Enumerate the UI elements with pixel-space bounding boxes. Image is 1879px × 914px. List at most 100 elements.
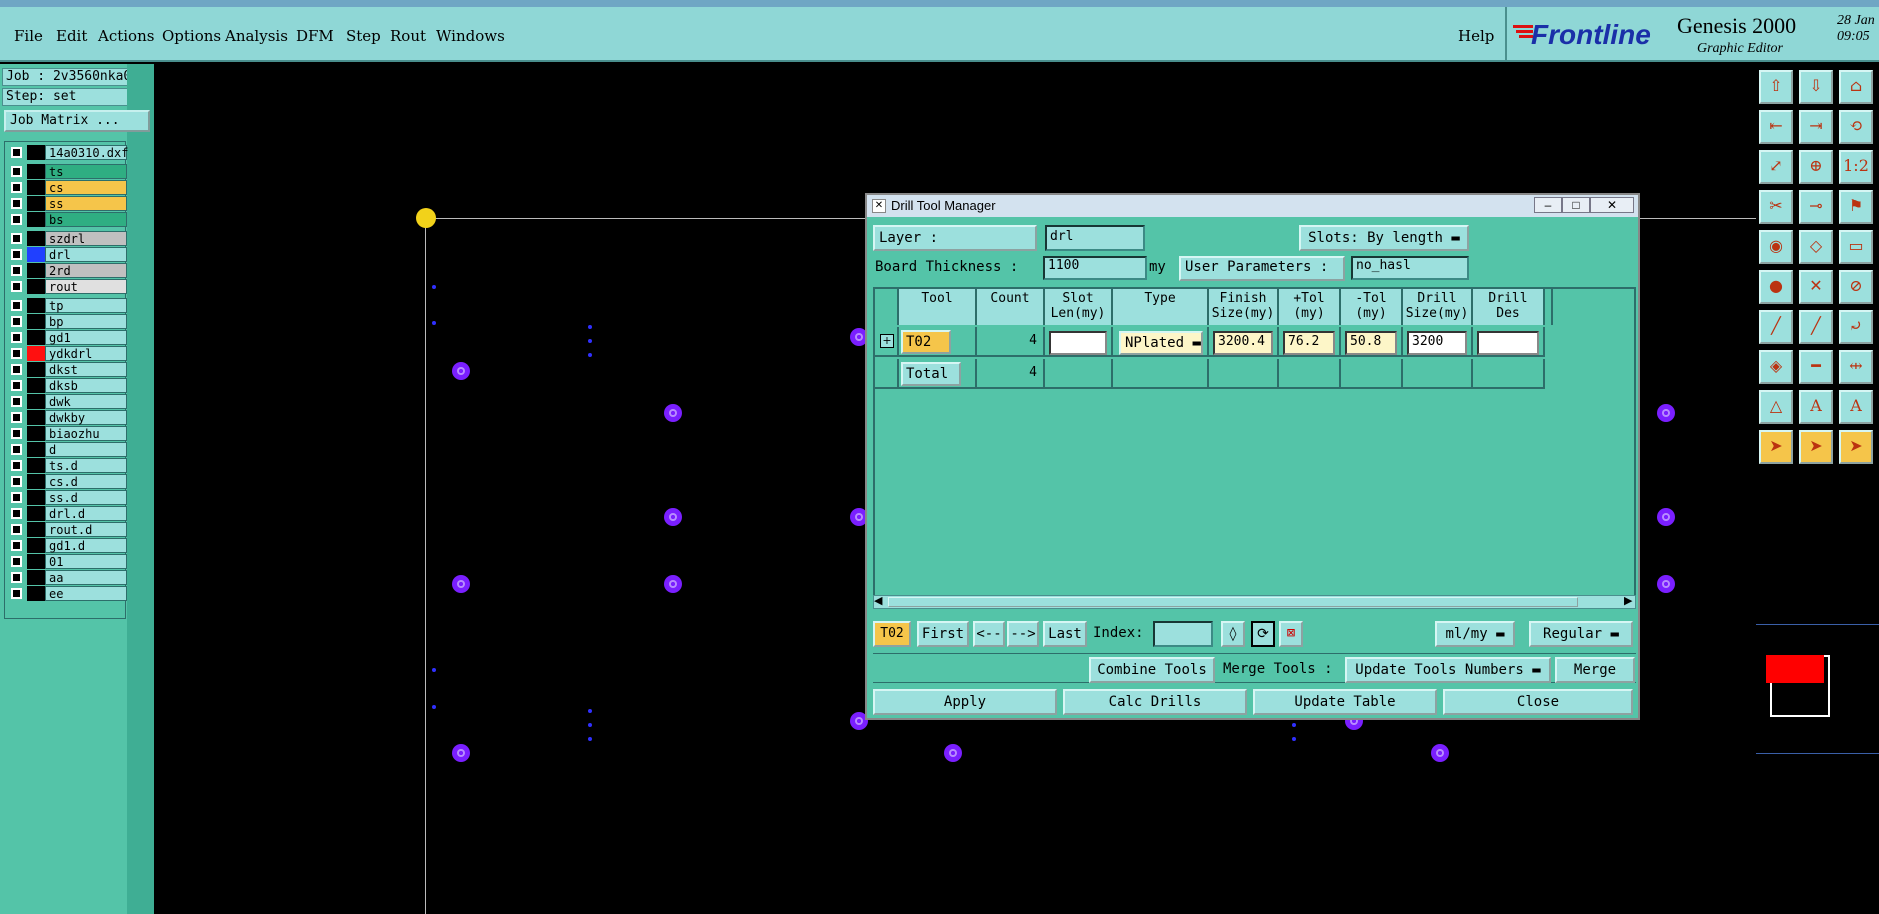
maximize-button[interactable]: □ <box>1562 197 1590 213</box>
minus-tol-input[interactable]: 50.8 <box>1345 331 1397 355</box>
layer-name[interactable]: gd1.d <box>45 538 127 553</box>
dash-icon[interactable]: ━ <box>1799 350 1833 384</box>
layer-checkbox[interactable] <box>11 380 22 391</box>
scroll-left-icon[interactable]: ◀ <box>874 594 882 607</box>
layer-color-swatch[interactable] <box>27 426 45 441</box>
layer-checkbox[interactable] <box>11 265 22 276</box>
layer-color-swatch[interactable] <box>27 362 45 377</box>
layer-row[interactable]: ss.d <box>7 490 127 505</box>
layer-row[interactable]: gd1 <box>7 330 127 345</box>
apply-button[interactable]: Apply <box>873 689 1057 715</box>
layer-row[interactable]: ee <box>7 586 127 601</box>
layer-name[interactable]: ydkdrl <box>45 346 127 361</box>
lightbulb-icon[interactable]: ◊ <box>1221 621 1245 647</box>
layer-color-swatch[interactable] <box>27 164 45 179</box>
layer-checkbox[interactable] <box>11 364 22 375</box>
layer-row[interactable]: ts <box>7 164 127 179</box>
layer-checkbox[interactable] <box>11 524 22 535</box>
refresh-icon[interactable]: ⟳ <box>1251 621 1275 647</box>
layer-name[interactable]: dkst <box>45 362 127 377</box>
slot-len-input[interactable] <box>1049 331 1107 355</box>
layer-name[interactable]: dwk <box>45 394 127 409</box>
layer-field[interactable]: drl <box>1045 225 1145 251</box>
cut-icon[interactable]: ✂ <box>1759 190 1793 224</box>
layer-row[interactable]: tp <box>7 298 127 313</box>
layer-row[interactable]: cs.d <box>7 474 127 489</box>
layer-row[interactable]: dkst <box>7 362 127 377</box>
drill-des-input[interactable] <box>1477 331 1539 355</box>
layer-checkbox[interactable] <box>11 508 22 519</box>
layer-checkbox[interactable] <box>11 540 22 551</box>
layer-color-swatch[interactable] <box>27 474 45 489</box>
layer-color-swatch[interactable] <box>27 378 45 393</box>
layer-row[interactable]: d <box>7 442 127 457</box>
layer-checkbox[interactable] <box>11 428 22 439</box>
layer-color-swatch[interactable] <box>27 180 45 195</box>
layer-color-swatch[interactable] <box>27 570 45 585</box>
pan-up-icon[interactable]: ⇧ <box>1759 70 1793 104</box>
dialog-menu-icon[interactable]: ✕ <box>872 199 886 213</box>
line-alt-icon[interactable]: ╱ <box>1799 310 1833 344</box>
slots-mode-dropdown[interactable]: Slots: By length ▬ <box>1299 225 1469 251</box>
layer-color-swatch[interactable] <box>27 314 45 329</box>
layer-checkbox[interactable] <box>11 182 22 193</box>
layer-color-swatch[interactable] <box>27 522 45 537</box>
layer-color-swatch[interactable] <box>27 212 45 227</box>
select-arrow-icon[interactable]: ➤ <box>1759 430 1793 464</box>
layer-row[interactable]: dksb <box>7 378 127 393</box>
finish-size-input[interactable]: 3200.4 <box>1213 331 1273 355</box>
layer-row[interactable]: gd1.d <box>7 538 127 553</box>
layer-row[interactable]: 2rd <box>7 263 127 278</box>
cross-icon[interactable]: ✕ <box>1799 270 1833 304</box>
layer-color-swatch[interactable] <box>27 394 45 409</box>
layer-row[interactable]: rout <box>7 279 127 294</box>
mode-dropdown[interactable]: Regular ▬ <box>1529 621 1633 647</box>
layer-row[interactable]: rout.d <box>7 522 127 537</box>
ruler-icon[interactable]: ▭ <box>1839 230 1873 264</box>
job-matrix-button[interactable]: Job Matrix ... <box>4 110 150 132</box>
layer-checkbox[interactable] <box>11 396 22 407</box>
merge-option-dropdown[interactable]: Update Tools Numbers ▬ <box>1345 657 1551 683</box>
layer-name[interactable]: bp <box>45 314 127 329</box>
layer-checkbox[interactable] <box>11 556 22 567</box>
layer-row[interactable]: drl.d <box>7 506 127 521</box>
layer-name[interactable]: ss <box>45 196 127 211</box>
dimension-icon[interactable]: ⇹ <box>1839 350 1873 384</box>
expand-row-icon[interactable]: + <box>880 334 894 348</box>
scrollbar-thumb[interactable] <box>888 597 1578 607</box>
layer-checkbox[interactable] <box>11 233 22 244</box>
layer-name[interactable]: 14a0310.dxf <box>45 145 128 160</box>
layer-checkbox[interactable] <box>11 572 22 583</box>
layer-row[interactable]: cs <box>7 180 127 195</box>
snap-icon[interactable]: ⊸ <box>1799 190 1833 224</box>
type-dropdown[interactable]: NPlated ▬ <box>1119 331 1203 355</box>
tool-button[interactable]: T02 <box>901 330 951 354</box>
layer-color-swatch[interactable] <box>27 298 45 313</box>
layer-color-swatch[interactable] <box>27 538 45 553</box>
menu-options[interactable]: Options <box>162 27 221 45</box>
menu-help[interactable]: Help <box>1458 27 1494 45</box>
layer-row[interactable]: bs <box>7 212 127 227</box>
select-arrow-alt-icon[interactable]: ➤ <box>1799 430 1833 464</box>
layer-row[interactable]: aa <box>7 570 127 585</box>
layer-checkbox[interactable] <box>11 249 22 260</box>
zoom-ratio-icon[interactable]: 1:2 <box>1839 150 1873 184</box>
scroll-right-icon[interactable]: ▶ <box>1624 594 1632 607</box>
home-view-icon[interactable]: ⌂ <box>1839 70 1873 104</box>
menu-rout[interactable]: Rout <box>390 27 426 45</box>
layer-row[interactable]: drl <box>7 247 127 262</box>
rotate-icon[interactable]: ⤾ <box>1839 310 1873 344</box>
last-button[interactable]: Last <box>1043 621 1087 647</box>
layer-row[interactable]: ss <box>7 196 127 211</box>
line-icon[interactable]: ╱ <box>1759 310 1793 344</box>
layer-row[interactable]: ydkdrl <box>7 346 127 361</box>
no-snap-icon[interactable]: ⊘ <box>1839 270 1873 304</box>
undo-view-icon[interactable]: ⟲ <box>1839 110 1873 144</box>
layer-name[interactable]: cs.d <box>45 474 127 489</box>
zoom-fit-icon[interactable]: ⤢ <box>1759 150 1793 184</box>
layer-name[interactable]: tp <box>45 298 127 313</box>
layer-name[interactable]: ts.d <box>45 458 127 473</box>
layer-color-swatch[interactable] <box>27 330 45 345</box>
layer-checkbox[interactable] <box>11 492 22 503</box>
layer-checkbox[interactable] <box>11 166 22 177</box>
